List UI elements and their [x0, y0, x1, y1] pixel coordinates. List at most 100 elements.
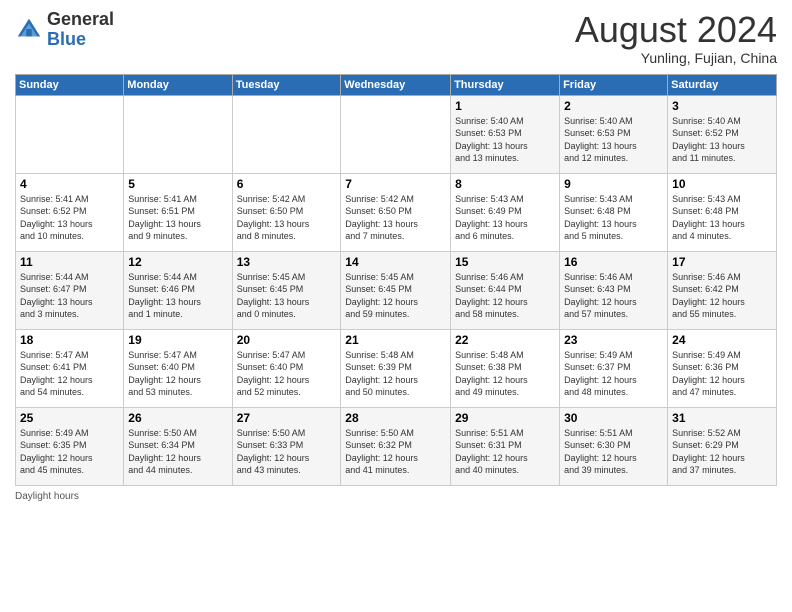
weekday-header: Tuesday	[232, 74, 341, 95]
day-info: Sunrise: 5:49 AM Sunset: 6:37 PM Dayligh…	[564, 349, 663, 399]
calendar-day-cell	[16, 95, 124, 173]
day-number: 3	[672, 99, 772, 113]
logo: General Blue	[15, 10, 114, 50]
calendar-week-row: 4 Sunrise: 5:41 AM Sunset: 6:52 PM Daylig…	[16, 173, 777, 251]
day-info: Sunrise: 5:40 AM Sunset: 6:53 PM Dayligh…	[564, 115, 663, 165]
day-number: 24	[672, 333, 772, 347]
calendar-day-cell: 17 Sunrise: 5:46 AM Sunset: 6:42 PM Dayli…	[668, 251, 777, 329]
day-number: 4	[20, 177, 119, 191]
footer: Daylight hours	[15, 491, 777, 502]
weekday-header: Saturday	[668, 74, 777, 95]
day-info: Sunrise: 5:43 AM Sunset: 6:48 PM Dayligh…	[672, 193, 772, 243]
day-number: 21	[345, 333, 446, 347]
weekday-header: Friday	[560, 74, 668, 95]
month-title: August 2024	[575, 10, 777, 50]
calendar-day-cell: 18Sunrise: 5:47 AM Sunset: 6:41 PM Dayli…	[16, 329, 124, 407]
day-number: 28	[345, 411, 446, 425]
calendar-day-cell: 20 Sunrise: 5:47 AM Sunset: 6:40 PM Dayli…	[232, 329, 341, 407]
day-info: Sunrise: 5:45 AM Sunset: 6:45 PM Dayligh…	[237, 271, 337, 321]
calendar-week-row: 11 Sunrise: 5:44 AM Sunset: 6:47 PM Dayli…	[16, 251, 777, 329]
calendar-day-cell	[341, 95, 451, 173]
page: General Blue August 2024 Yunling, Fujian…	[0, 0, 792, 612]
day-info: Sunrise: 5:52 AM Sunset: 6:29 PM Dayligh…	[672, 427, 772, 477]
day-number: 2	[564, 99, 663, 113]
day-number: 27	[237, 411, 337, 425]
day-info: Sunrise: 5:47 AM Sunset: 6:40 PM Dayligh…	[128, 349, 227, 399]
calendar-day-cell: 12Sunrise: 5:44 AM Sunset: 6:46 PM Dayli…	[124, 251, 232, 329]
day-number: 7	[345, 177, 446, 191]
day-info: Sunrise: 5:40 AM Sunset: 6:52 PM Dayligh…	[672, 115, 772, 165]
weekday-header: Sunday	[16, 74, 124, 95]
logo-icon	[15, 16, 43, 44]
calendar-day-cell: 6 Sunrise: 5:42 AM Sunset: 6:50 PM Daylig…	[232, 173, 341, 251]
calendar-table: SundayMondayTuesdayWednesdayThursdayFrid…	[15, 74, 777, 486]
daylight-label: Daylight hours	[15, 491, 79, 502]
day-number: 8	[455, 177, 555, 191]
calendar-week-row: 18Sunrise: 5:47 AM Sunset: 6:41 PM Dayli…	[16, 329, 777, 407]
weekday-header: Wednesday	[341, 74, 451, 95]
calendar-day-cell: 25Sunrise: 5:49 AM Sunset: 6:35 PM Dayli…	[16, 407, 124, 485]
calendar-day-cell: 1 Sunrise: 5:40 AM Sunset: 6:53 PM Daylig…	[451, 95, 560, 173]
day-info: Sunrise: 5:46 AM Sunset: 6:44 PM Dayligh…	[455, 271, 555, 321]
day-info: Sunrise: 5:46 AM Sunset: 6:42 PM Dayligh…	[672, 271, 772, 321]
calendar-day-cell: 28 Sunrise: 5:50 AM Sunset: 6:32 PM Dayli…	[341, 407, 451, 485]
day-number: 6	[237, 177, 337, 191]
calendar-day-cell: 26Sunrise: 5:50 AM Sunset: 6:34 PM Dayli…	[124, 407, 232, 485]
day-info: Sunrise: 5:50 AM Sunset: 6:32 PM Dayligh…	[345, 427, 446, 477]
day-number: 19	[128, 333, 227, 347]
calendar-day-cell: 4 Sunrise: 5:41 AM Sunset: 6:52 PM Daylig…	[16, 173, 124, 251]
header: General Blue August 2024 Yunling, Fujian…	[15, 10, 777, 66]
logo-blue-text: Blue	[47, 29, 86, 49]
day-info: Sunrise: 5:47 AM Sunset: 6:41 PM Dayligh…	[20, 349, 119, 399]
day-info: Sunrise: 5:51 AM Sunset: 6:31 PM Dayligh…	[455, 427, 555, 477]
calendar-day-cell	[124, 95, 232, 173]
day-info: Sunrise: 5:41 AM Sunset: 6:52 PM Dayligh…	[20, 193, 119, 243]
calendar-day-cell: 3 Sunrise: 5:40 AM Sunset: 6:52 PM Daylig…	[668, 95, 777, 173]
day-info: Sunrise: 5:48 AM Sunset: 6:39 PM Dayligh…	[345, 349, 446, 399]
day-info: Sunrise: 5:51 AM Sunset: 6:30 PM Dayligh…	[564, 427, 663, 477]
day-number: 5	[128, 177, 227, 191]
calendar-day-cell: 13 Sunrise: 5:45 AM Sunset: 6:45 PM Dayli…	[232, 251, 341, 329]
day-number: 23	[564, 333, 663, 347]
day-number: 13	[237, 255, 337, 269]
day-number: 9	[564, 177, 663, 191]
day-number: 1	[455, 99, 555, 113]
day-number: 10	[672, 177, 772, 191]
day-info: Sunrise: 5:50 AM Sunset: 6:33 PM Dayligh…	[237, 427, 337, 477]
weekday-header: Thursday	[451, 74, 560, 95]
calendar-day-cell: 31Sunrise: 5:52 AM Sunset: 6:29 PM Dayli…	[668, 407, 777, 485]
day-info: Sunrise: 5:49 AM Sunset: 6:36 PM Dayligh…	[672, 349, 772, 399]
day-number: 20	[237, 333, 337, 347]
day-info: Sunrise: 5:43 AM Sunset: 6:48 PM Dayligh…	[564, 193, 663, 243]
calendar-week-row: 1 Sunrise: 5:40 AM Sunset: 6:53 PM Daylig…	[16, 95, 777, 173]
calendar-day-cell: 14Sunrise: 5:45 AM Sunset: 6:45 PM Dayli…	[341, 251, 451, 329]
location-subtitle: Yunling, Fujian, China	[575, 50, 777, 66]
weekday-header-row: SundayMondayTuesdayWednesdayThursdayFrid…	[16, 74, 777, 95]
day-number: 17	[672, 255, 772, 269]
calendar-day-cell: 19 Sunrise: 5:47 AM Sunset: 6:40 PM Dayli…	[124, 329, 232, 407]
day-info: Sunrise: 5:43 AM Sunset: 6:49 PM Dayligh…	[455, 193, 555, 243]
calendar-day-cell: 22Sunrise: 5:48 AM Sunset: 6:38 PM Dayli…	[451, 329, 560, 407]
calendar-day-cell: 8 Sunrise: 5:43 AM Sunset: 6:49 PM Daylig…	[451, 173, 560, 251]
day-number: 26	[128, 411, 227, 425]
day-number: 14	[345, 255, 446, 269]
calendar-day-cell: 15 Sunrise: 5:46 AM Sunset: 6:44 PM Dayli…	[451, 251, 560, 329]
day-number: 11	[20, 255, 119, 269]
day-info: Sunrise: 5:40 AM Sunset: 6:53 PM Dayligh…	[455, 115, 555, 165]
title-block: August 2024 Yunling, Fujian, China	[575, 10, 777, 66]
day-number: 15	[455, 255, 555, 269]
day-number: 25	[20, 411, 119, 425]
day-number: 16	[564, 255, 663, 269]
calendar-day-cell: 29 Sunrise: 5:51 AM Sunset: 6:31 PM Dayli…	[451, 407, 560, 485]
calendar-day-cell: 30 Sunrise: 5:51 AM Sunset: 6:30 PM Dayli…	[560, 407, 668, 485]
calendar-day-cell: 2 Sunrise: 5:40 AM Sunset: 6:53 PM Daylig…	[560, 95, 668, 173]
day-info: Sunrise: 5:42 AM Sunset: 6:50 PM Dayligh…	[237, 193, 337, 243]
day-number: 30	[564, 411, 663, 425]
calendar-day-cell: 23 Sunrise: 5:49 AM Sunset: 6:37 PM Dayli…	[560, 329, 668, 407]
day-info: Sunrise: 5:44 AM Sunset: 6:47 PM Dayligh…	[20, 271, 119, 321]
day-info: Sunrise: 5:47 AM Sunset: 6:40 PM Dayligh…	[237, 349, 337, 399]
day-number: 29	[455, 411, 555, 425]
calendar-day-cell: 21 Sunrise: 5:48 AM Sunset: 6:39 PM Dayli…	[341, 329, 451, 407]
logo-text: General Blue	[47, 10, 114, 50]
calendar-day-cell: 24 Sunrise: 5:49 AM Sunset: 6:36 PM Dayli…	[668, 329, 777, 407]
